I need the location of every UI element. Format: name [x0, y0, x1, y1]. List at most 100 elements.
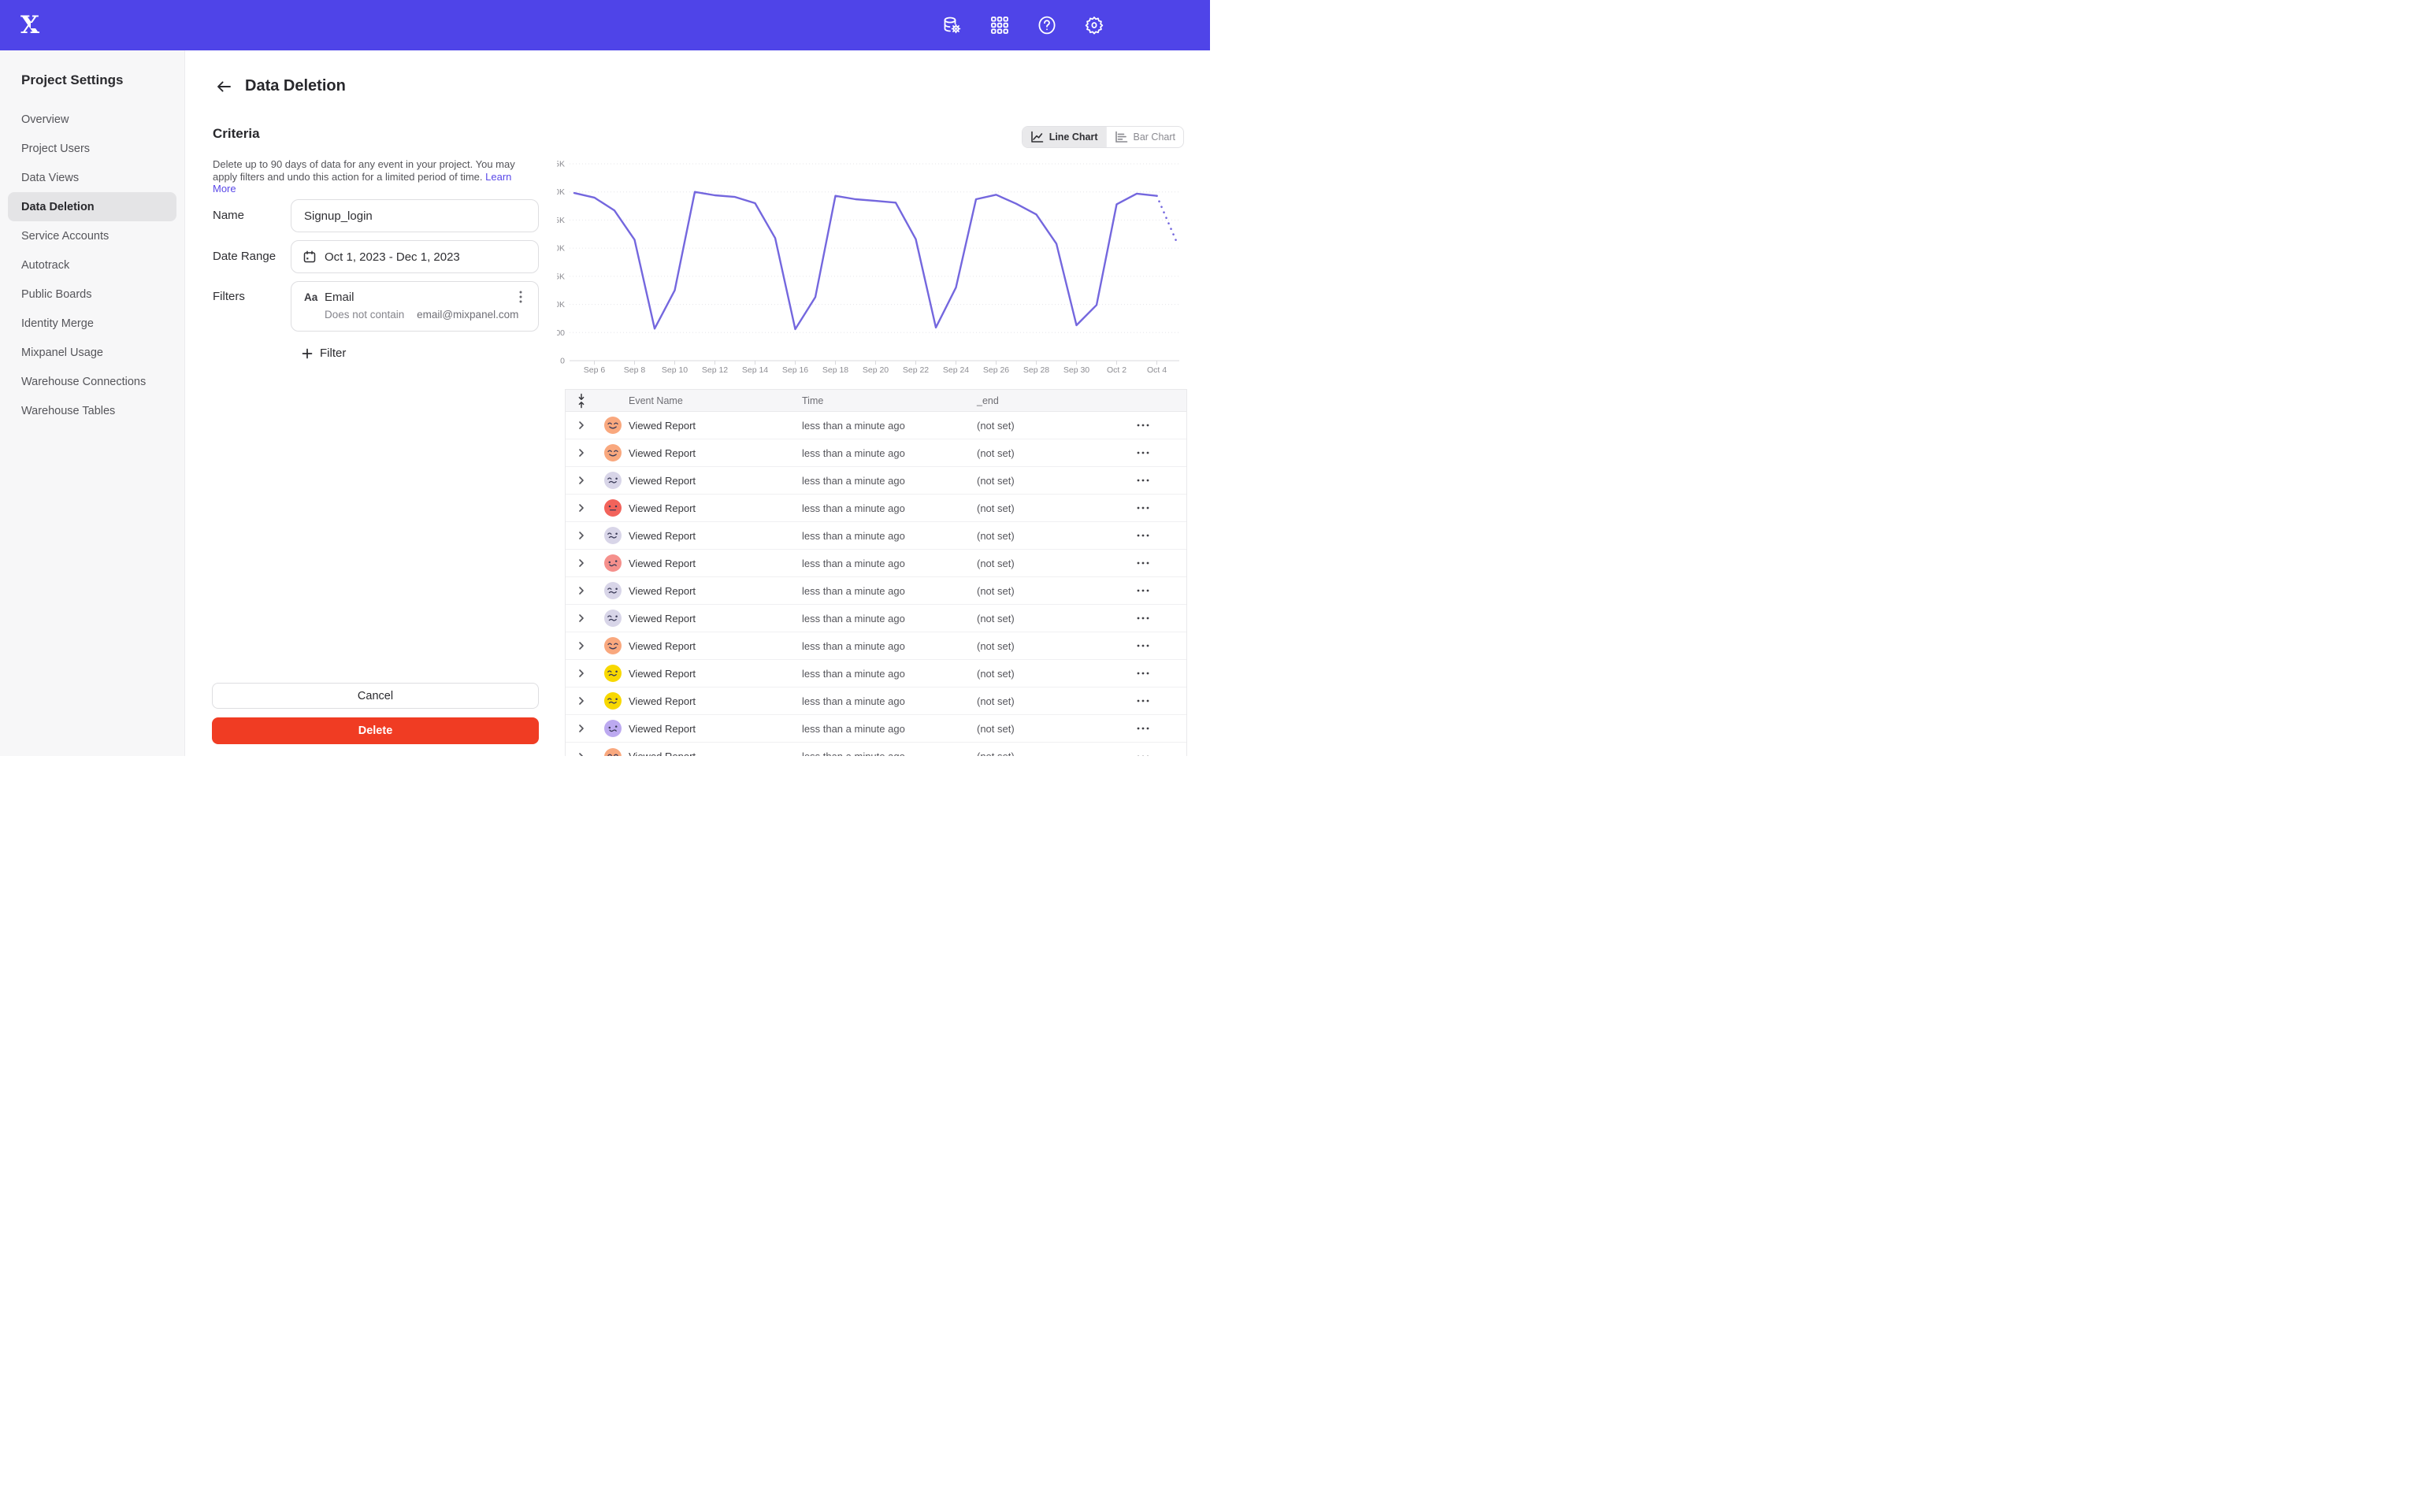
table-row[interactable]: Viewed Report less than a minute ago (no…	[566, 439, 1186, 467]
row-expand-chevron-icon[interactable]	[566, 696, 597, 706]
svg-text:Sep 28: Sep 28	[1023, 365, 1049, 375]
row-expand-chevron-icon[interactable]	[566, 669, 597, 678]
add-filter-button[interactable]: Filter	[302, 346, 346, 360]
sort-icon[interactable]	[566, 393, 597, 409]
table-row[interactable]: Viewed Report less than a minute ago (no…	[566, 577, 1186, 605]
row-actions-icon[interactable]	[1100, 550, 1186, 576]
date-range-label: Date Range	[213, 240, 276, 273]
table-row[interactable]: Viewed Report less than a minute ago (no…	[566, 550, 1186, 577]
sidebar-item[interactable]: Public Boards	[8, 280, 176, 309]
row-actions-icon[interactable]	[1100, 605, 1186, 632]
calendar-icon	[302, 250, 317, 264]
sidebar-item-label: Mixpanel Usage	[21, 346, 103, 359]
cell-event-name: Viewed Report	[629, 668, 802, 680]
mixpanel-logo-hole	[31, 23, 36, 28]
line-chart-toggle[interactable]: Line Chart	[1023, 127, 1106, 147]
table-row[interactable]: Viewed Report less than a minute ago (no…	[566, 495, 1186, 522]
row-actions-icon[interactable]	[1100, 743, 1186, 756]
cell-event-name: Viewed Report	[629, 447, 802, 459]
row-actions-icon[interactable]	[1100, 715, 1186, 742]
table-header: Event Name Time _end	[566, 390, 1186, 412]
sidebar-item[interactable]: Overview	[8, 105, 176, 134]
sidebar-item-label: Autotrack	[21, 259, 69, 272]
row-actions-icon[interactable]	[1100, 660, 1186, 687]
sidebar-item[interactable]: Data Views	[8, 163, 176, 192]
apps-grid-icon[interactable]	[988, 13, 1011, 37]
sidebar-item[interactable]: Autotrack	[8, 250, 176, 280]
avatar	[597, 582, 629, 599]
row-expand-chevron-icon[interactable]	[566, 641, 597, 650]
filter-operator[interactable]: Does not contain	[325, 309, 404, 321]
settings-gear-icon[interactable]	[1082, 13, 1106, 37]
avatar	[597, 748, 629, 757]
sidebar-item[interactable]: Identity Merge	[8, 309, 176, 338]
table-row[interactable]: Viewed Report less than a minute ago (no…	[566, 687, 1186, 715]
plus-icon	[302, 348, 313, 359]
sidebar-item[interactable]: Data Deletion	[8, 192, 176, 221]
row-expand-chevron-icon[interactable]	[566, 586, 597, 595]
row-actions-icon[interactable]	[1100, 522, 1186, 549]
sidebar-item[interactable]: Warehouse Connections	[8, 367, 176, 396]
cancel-button[interactable]: Cancel	[212, 683, 539, 709]
criteria-description-text: Delete up to 90 days of data for any eve…	[213, 158, 515, 183]
data-management-icon[interactable]	[941, 13, 964, 37]
sidebar-item[interactable]: Project Users	[8, 134, 176, 163]
table-row[interactable]: Viewed Report less than a minute ago (no…	[566, 715, 1186, 743]
page-title: Data Deletion	[245, 77, 346, 95]
table-row[interactable]: Viewed Report less than a minute ago (no…	[566, 605, 1186, 632]
cell-end: (not set)	[977, 585, 1100, 597]
delete-button[interactable]: Delete	[212, 717, 539, 744]
table-row[interactable]: Viewed Report less than a minute ago (no…	[566, 522, 1186, 550]
mixpanel-logo[interactable]: X	[20, 11, 47, 39]
cell-time: less than a minute ago	[802, 502, 977, 514]
date-range-input[interactable]: Oct 1, 2023 - Dec 1, 2023	[291, 240, 539, 273]
row-actions-icon[interactable]	[1100, 412, 1186, 439]
row-expand-chevron-icon[interactable]	[566, 421, 597, 430]
cell-end: (not set)	[977, 723, 1100, 735]
row-actions-icon[interactable]	[1100, 632, 1186, 659]
row-expand-chevron-icon[interactable]	[566, 448, 597, 458]
row-actions-icon[interactable]	[1100, 687, 1186, 714]
criteria-description: Delete up to 90 days of data for any eve…	[213, 158, 534, 195]
row-expand-chevron-icon[interactable]	[566, 531, 597, 540]
table-row[interactable]: Viewed Report less than a minute ago (no…	[566, 743, 1186, 756]
svg-text:Sep 26: Sep 26	[983, 365, 1009, 375]
row-actions-icon[interactable]	[1100, 577, 1186, 604]
sidebar-item-label: Data Deletion	[21, 201, 95, 213]
back-arrow-icon[interactable]	[215, 78, 232, 95]
cell-time: less than a minute ago	[802, 585, 977, 597]
row-expand-chevron-icon[interactable]	[566, 558, 597, 568]
svg-text:Sep 24: Sep 24	[943, 365, 969, 375]
bar-chart-toggle[interactable]: Bar Chart	[1106, 127, 1184, 147]
row-expand-chevron-icon[interactable]	[566, 752, 597, 757]
sidebar-item-label: Public Boards	[21, 288, 91, 301]
table-row[interactable]: Viewed Report less than a minute ago (no…	[566, 632, 1186, 660]
row-actions-icon[interactable]	[1100, 467, 1186, 494]
sidebar-item[interactable]: Mixpanel Usage	[8, 338, 176, 367]
table-row[interactable]: Viewed Report less than a minute ago (no…	[566, 467, 1186, 495]
sidebar-item-label: Overview	[21, 113, 69, 126]
row-expand-chevron-icon[interactable]	[566, 503, 597, 513]
row-expand-chevron-icon[interactable]	[566, 724, 597, 733]
help-icon[interactable]	[1035, 13, 1059, 37]
cell-event-name: Viewed Report	[629, 613, 802, 624]
table-row[interactable]: Viewed Report less than a minute ago (no…	[566, 412, 1186, 439]
table-row[interactable]: Viewed Report less than a minute ago (no…	[566, 660, 1186, 687]
filter-property[interactable]: Email	[325, 291, 354, 304]
sidebar-item[interactable]: Service Accounts	[8, 221, 176, 250]
cell-time: less than a minute ago	[802, 447, 977, 459]
cell-end: (not set)	[977, 668, 1100, 680]
filter-kebab-icon[interactable]	[513, 289, 529, 305]
sidebar-item[interactable]: Warehouse Tables	[8, 396, 176, 425]
row-actions-icon[interactable]	[1100, 439, 1186, 466]
svg-text:Oct 4: Oct 4	[1147, 365, 1167, 375]
row-actions-icon[interactable]	[1100, 495, 1186, 521]
name-input[interactable]: Signup_login	[291, 199, 539, 232]
cell-end: (not set)	[977, 530, 1100, 542]
filter-value[interactable]: email@mixpanel.com	[417, 309, 518, 321]
row-expand-chevron-icon[interactable]	[566, 476, 597, 485]
cell-time: less than a minute ago	[802, 613, 977, 624]
cell-time: less than a minute ago	[802, 668, 977, 680]
row-expand-chevron-icon[interactable]	[566, 613, 597, 623]
bar-chart-icon	[1115, 131, 1128, 143]
